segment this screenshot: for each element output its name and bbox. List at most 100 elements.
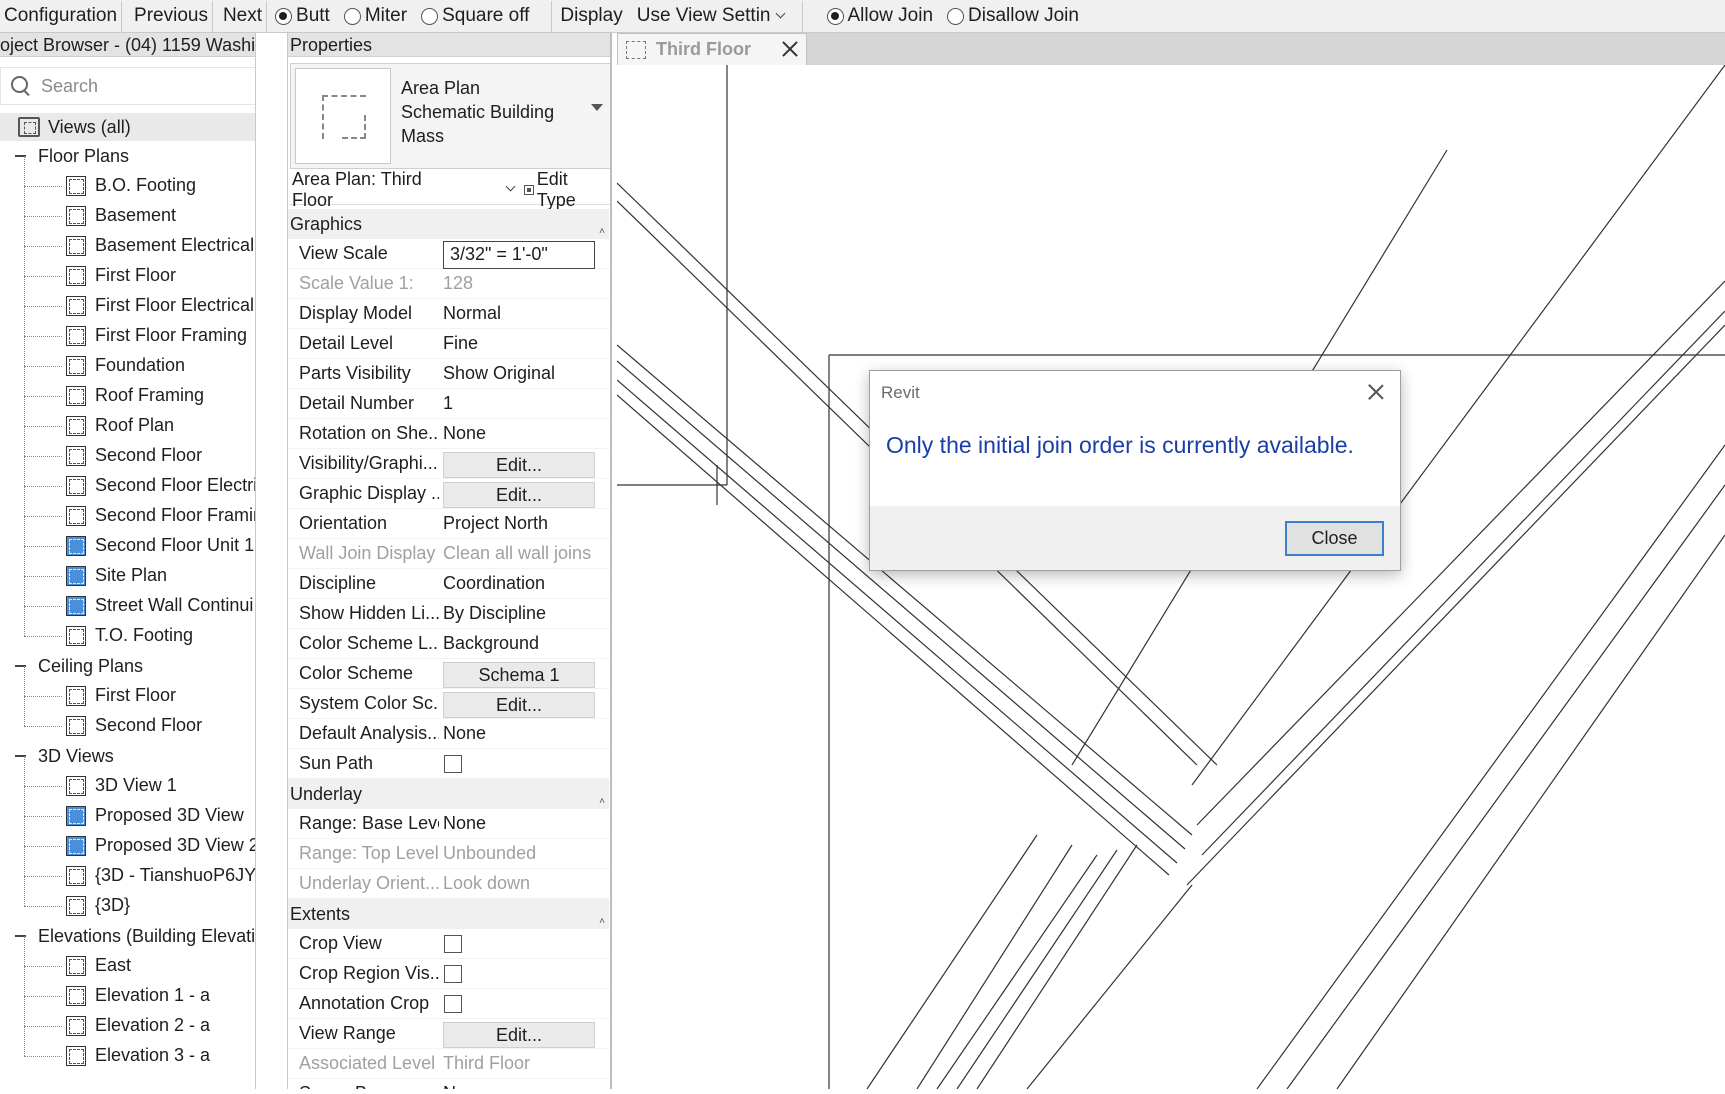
type-selector[interactable]: Area Plan Schematic Building Mass	[290, 63, 611, 169]
property-checkbox[interactable]	[444, 965, 462, 983]
property-row: OrientationProject North	[288, 509, 609, 539]
tree-item[interactable]: Second Floor Electri	[0, 471, 256, 501]
tree-connector	[24, 396, 25, 426]
drawing-canvas[interactable]	[617, 65, 1725, 1089]
close-icon[interactable]	[780, 39, 800, 59]
radio-miter[interactable]: Miter	[344, 1, 407, 32]
tab-third-floor[interactable]: Third Floor	[617, 33, 807, 65]
tree-item[interactable]: 3D View 1	[0, 771, 256, 801]
tree-item[interactable]: Second Floor	[0, 711, 256, 741]
tree-item[interactable]: Elevation 1 - a	[0, 981, 256, 1011]
type-name: Area Plan Schematic Building Mass	[401, 76, 591, 148]
property-row: Associated LevelThird Floor	[288, 1049, 609, 1079]
radio-allow-join[interactable]: Allow Join	[827, 1, 934, 32]
tree-item[interactable]: Proposed 3D View 2	[0, 831, 256, 861]
property-checkbox[interactable]	[444, 935, 462, 953]
edit-button[interactable]: Edit...	[443, 1022, 595, 1048]
edit-type-button[interactable]: Edit Type	[524, 169, 611, 211]
tree-item-label: Roof Plan	[95, 415, 174, 436]
close-button[interactable]: Close	[1285, 521, 1384, 556]
tree-item[interactable]: Second Floor	[0, 441, 256, 471]
previous-button[interactable]: Previous	[122, 1, 213, 32]
property-value[interactable]: By Discipline	[443, 603, 603, 624]
edit-button[interactable]: Edit...	[443, 482, 595, 508]
tree-connector	[24, 846, 25, 876]
property-row: Default Analysis...None	[288, 719, 609, 749]
tree-item[interactable]: First Floor	[0, 681, 256, 711]
type-dropdown-icon[interactable]	[591, 104, 603, 111]
property-checkbox[interactable]	[444, 995, 462, 1013]
tree-item[interactable]: {3D - TianshuoP6JYK	[0, 861, 256, 891]
tree-connector	[24, 276, 25, 306]
tree-connector	[24, 246, 62, 247]
instance-filter: Area Plan: Third Floor Edit Type	[290, 175, 611, 205]
edit-button[interactable]: Edit...	[443, 452, 595, 478]
tree-item[interactable]: First Floor	[0, 261, 256, 291]
property-value[interactable]: None	[443, 723, 603, 744]
tree-item[interactable]: Second Floor Unit 1	[0, 531, 256, 561]
dialog-footer: Close	[870, 506, 1400, 570]
close-icon[interactable]	[1366, 382, 1386, 402]
tree-item[interactable]: Foundation	[0, 351, 256, 381]
property-section[interactable]: Underlay˄	[288, 779, 609, 809]
property-name: Scope Box	[299, 1083, 439, 1089]
view-placed-icon	[66, 566, 86, 586]
property-value[interactable]: Show Original	[443, 363, 603, 384]
view-icon	[66, 476, 86, 496]
tree-connector	[24, 846, 62, 847]
tree-item[interactable]: Roof Framing	[0, 381, 256, 411]
tree-item[interactable]: Roof Plan	[0, 411, 256, 441]
radio-butt[interactable]: Butt	[275, 1, 330, 32]
configuration-button[interactable]: Configuration	[0, 1, 122, 32]
tree-item-label: {3D}	[95, 895, 130, 916]
search-input[interactable]: Search	[0, 67, 256, 105]
tree-item[interactable]: T.O. Footing	[0, 621, 256, 651]
tree-item[interactable]: Elevation 2 - a	[0, 1011, 256, 1041]
property-name: Crop View	[299, 933, 439, 954]
property-section[interactable]: Extents˄	[288, 899, 609, 929]
tree-item[interactable]: Basement Electrical	[0, 231, 256, 261]
radio-label: Disallow Join	[968, 5, 1079, 27]
property-row: Range: Top LevelUnbounded	[288, 839, 609, 869]
tree-item[interactable]: Elevation 3 - a	[0, 1041, 256, 1071]
tree-item[interactable]: East	[0, 951, 256, 981]
property-checkbox[interactable]	[444, 755, 462, 773]
property-value[interactable]: Project North	[443, 513, 603, 534]
tree-item[interactable]: Site Plan	[0, 561, 256, 591]
property-value[interactable]: Fine	[443, 333, 603, 354]
tree-item[interactable]: B.O. Footing	[0, 171, 256, 201]
chevron-down-icon[interactable]	[505, 182, 515, 192]
property-value[interactable]: 1	[443, 393, 603, 414]
tree-item[interactable]: First Floor Framing	[0, 321, 256, 351]
property-row: Annotation Crop	[288, 989, 609, 1019]
tree-item[interactable]: Second Floor Framir	[0, 501, 256, 531]
edit-button[interactable]: Schema 1	[443, 662, 595, 688]
tree-group[interactable]: 3D Views	[0, 741, 256, 771]
radio-square-off[interactable]: Square off	[421, 1, 529, 32]
radio-icon	[947, 8, 964, 25]
edit-button[interactable]: Edit...	[443, 692, 595, 718]
next-button[interactable]: Next	[213, 1, 267, 32]
property-value[interactable]: Coordination	[443, 573, 603, 594]
tree-group[interactable]: Floor Plans	[0, 141, 256, 171]
tree-item[interactable]: First Floor Electrical	[0, 291, 256, 321]
property-value[interactable]: None	[443, 1083, 603, 1089]
tree-item[interactable]: {3D}	[0, 891, 256, 921]
tree-item[interactable]: Basement	[0, 201, 256, 231]
tree-item[interactable]: Street Wall Continui	[0, 591, 256, 621]
radio-disallow-join[interactable]: Disallow Join	[947, 1, 1079, 32]
display-select[interactable]: Use View Settin	[623, 1, 784, 32]
property-value[interactable]: None	[443, 423, 603, 444]
property-value[interactable]: None	[443, 813, 603, 834]
tree-item[interactable]: Proposed 3D View	[0, 801, 256, 831]
tree-group[interactable]: Ceiling Plans	[0, 651, 256, 681]
tree-root-views[interactable]: Views (all)	[0, 113, 256, 141]
instance-select[interactable]: Area Plan: Third Floor	[292, 169, 467, 211]
tree-group[interactable]: Elevations (Building Elevati	[0, 921, 256, 951]
property-section[interactable]: Graphics˄	[288, 209, 609, 239]
tree-item-label: Elevation 1 - a	[95, 985, 210, 1006]
property-value[interactable]: Background	[443, 633, 603, 654]
view-scale-input[interactable]: 3/32" = 1'-0"	[443, 241, 595, 269]
tree-item-label: Second Floor	[95, 715, 202, 736]
property-value[interactable]: Normal	[443, 303, 603, 324]
